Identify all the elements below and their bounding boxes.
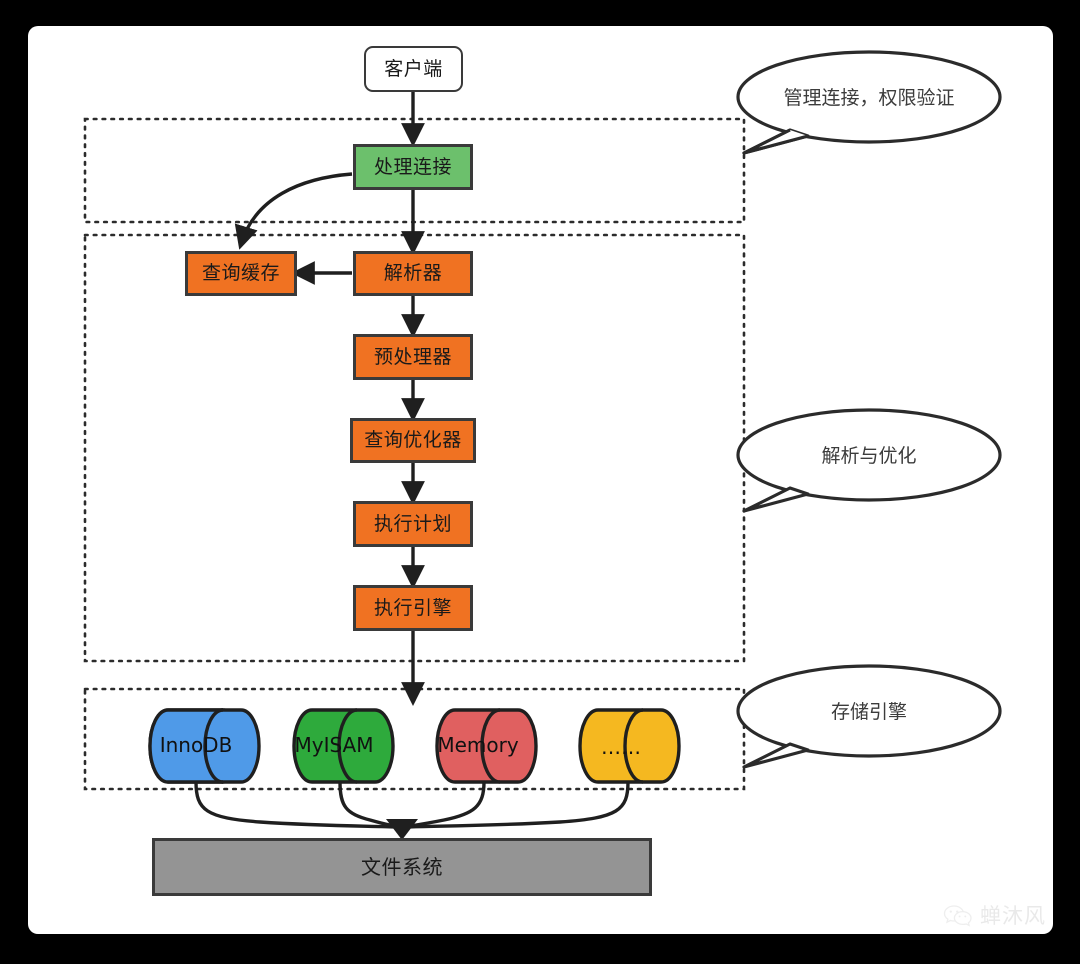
engine-label-innodb: InnoDB [159,733,233,757]
arrow-handle-connection-to-query-cache [234,172,353,250]
node-parser[interactable]: 解析器 [353,251,473,296]
watermark-text: 蝉沐风 [980,903,1046,928]
node-query-optimizer[interactable]: 查询优化器 [350,418,476,463]
node-filesystem-label: 文件系统 [361,855,443,879]
node-execution-plan-label: 执行计划 [373,512,452,535]
node-client[interactable]: 客户端 [364,46,463,92]
node-preprocessor[interactable]: 预处理器 [353,334,473,380]
watermark: 蝉沐风 [943,904,1046,928]
node-query-optimizer-label: 查询优化器 [364,429,462,451]
node-execution-plan[interactable]: 执行计划 [353,501,473,547]
node-execution-engine-label: 执行引擎 [373,596,452,619]
arrowhead-to-filesystem [386,819,418,840]
callout-label-connection: 管理连接，权限验证 [783,87,955,109]
node-handle-connection-label: 处理连接 [373,155,452,178]
callout-label-storage-engine: 存储引擎 [830,701,907,723]
node-parser-label: 解析器 [383,262,443,284]
screenshot-root: 客户端 处理连接 查询缓存 解析器 预处理器 查询优化器 执行计划 执行引擎 文… [0,0,1080,964]
node-filesystem[interactable]: 文件系统 [152,838,652,896]
wechat-icon [943,905,972,927]
node-execution-engine[interactable]: 执行引擎 [353,585,473,631]
engine-label-memory: Memory [437,733,519,757]
engine-label-myisam: MyISAM [294,733,374,757]
node-handle-connection[interactable]: 处理连接 [353,144,473,190]
node-query-cache[interactable]: 查询缓存 [185,251,297,296]
diagram-vector-layer [83,50,1002,840]
node-preprocessor-label: 预处理器 [373,345,452,368]
engine-label-other: …… [601,735,641,759]
callout-label-parse-optimize: 解析与优化 [821,445,917,467]
node-query-cache-label: 查询缓存 [201,262,280,284]
node-client-label: 客户端 [384,57,443,80]
